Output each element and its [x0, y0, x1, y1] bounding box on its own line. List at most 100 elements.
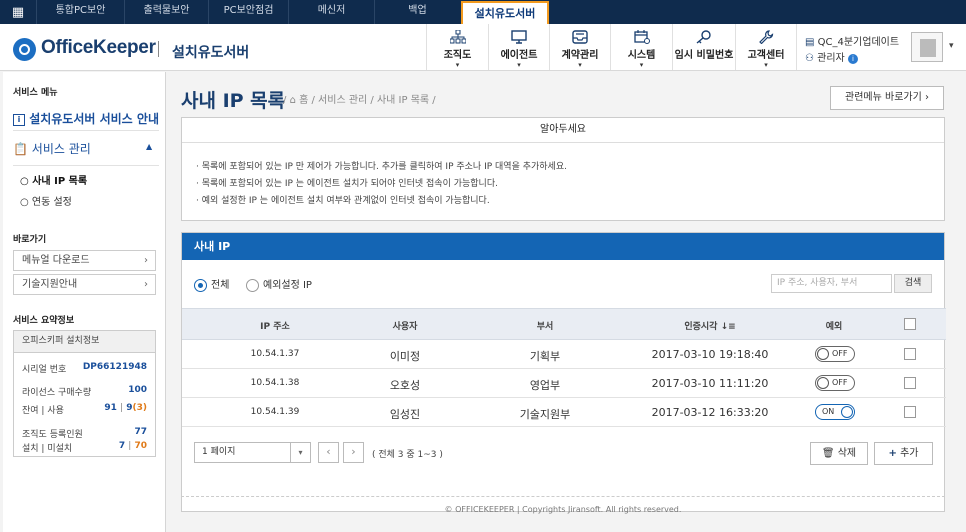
notice-box: 알아두세요 · 목록에 포함되어 있는 IP 만 제어가 가능합니다. 추가를 … [181, 117, 945, 221]
breadcrumb-home[interactable]: 홈 [299, 95, 308, 106]
officekeeper-logo-icon[interactable] [13, 38, 36, 61]
link-label: 기술지원안내 [22, 279, 78, 290]
chevron-down-icon: ▾ [290, 443, 310, 462]
col-dept: 부서 [536, 322, 554, 332]
related-menu-button[interactable]: 관련메뉴 바로가기 › [830, 86, 944, 110]
breadcrumb-service-management[interactable]: 서비스 관리 [318, 95, 367, 106]
main-content: 사내 IP 목록 / ⌂ 홈 / 서비스 관리 / 사내 IP 목록 / 관련메… [166, 72, 966, 532]
serial-label: 시리얼 번호 [22, 365, 67, 375]
page-select-value: 1 페이지 [202, 447, 236, 457]
inbox-icon [571, 30, 589, 44]
table-row: 10.54.1.39 임성진 기술지원부 2017-03-12 16:33:20… [182, 398, 946, 427]
prev-page-button[interactable]: ‹ [318, 442, 339, 463]
row-checkbox[interactable] [904, 377, 916, 389]
search-input[interactable]: IP 주소, 사용자, 부서 [771, 274, 892, 293]
exception-toggle[interactable]: OFF [815, 346, 855, 362]
calendar-gear-icon [633, 30, 651, 44]
not-installed-value: 70 [134, 441, 147, 451]
chevron-down-icon[interactable]: ▾ [949, 41, 954, 51]
radio-label: 전체 [211, 280, 230, 291]
license-label: 라이선스 구매수량 [22, 388, 92, 398]
table-header: IP 주소 사용자 부서 인증시각 ↓≡ 예외 [182, 308, 946, 340]
exception-toggle[interactable]: ON [815, 404, 855, 420]
sidebar-item-service-guide[interactable]: i 설치유도서버 서비스 안내 [13, 110, 159, 127]
user-icon: ⚇ [805, 53, 814, 64]
chevron-down-icon: ▾ [639, 61, 644, 69]
trash-icon: 🗑 [821, 448, 835, 459]
installed-value: 7 [118, 441, 126, 451]
page-select[interactable]: 1 페이지 ▾ [194, 442, 311, 463]
company-line[interactable]: ▤ QC_4분기업데이트 [805, 33, 899, 48]
cell-auth-time: 2017-03-12 16:33:20 [651, 406, 769, 419]
tab-backup[interactable]: 백업 [374, 0, 460, 24]
service-guide-label: 설치유도서버 서비스 안내 [29, 112, 159, 126]
cell-ip: 10.54.1.37 [250, 349, 300, 359]
install-row: 설치 | 미설치 7 | 70 [22, 441, 147, 454]
sidebar-item-internal-ip-list[interactable]: ○ 사내 IP 목록 [20, 172, 87, 187]
info-icon[interactable]: i [847, 54, 858, 64]
panel-title: 사내 IP [182, 233, 944, 260]
install-label: 설치 | 미설치 [22, 444, 73, 454]
cell-dept: 기술지원부 [519, 408, 571, 421]
nav-org-chart[interactable]: 조직도 ▾ [426, 24, 488, 70]
nav-label: 시스템 [627, 50, 656, 61]
install-info-box: 오피스키퍼 설치정보 시리얼 번호 DP66121948 라이선스 구매수량 1… [13, 330, 156, 457]
toggle-knob [817, 348, 829, 360]
tab-integrated-pc-security[interactable]: 통합PC보안 [36, 0, 124, 24]
company-avatar[interactable] [911, 32, 943, 62]
chevron-right-icon: › [144, 279, 148, 290]
nav-contract[interactable]: 계약관리 ▾ [549, 24, 610, 70]
nav-customer-center[interactable]: 고객센터 ▾ [735, 24, 796, 70]
add-label: 추가 [900, 448, 919, 459]
delete-button[interactable]: 🗑 삭제 [810, 442, 868, 465]
row-checkbox[interactable] [904, 406, 916, 418]
company-name: QC_4분기업데이트 [817, 37, 900, 48]
chevron-down-icon: ▾ [578, 61, 582, 69]
delete-label: 삭제 [837, 448, 857, 459]
table-row: 10.54.1.38 오호성 영업부 2017-03-10 11:11:20 O… [182, 369, 946, 398]
remain-value: 91 [104, 403, 117, 413]
chevron-up-icon[interactable]: ▲ [146, 142, 152, 151]
sidebar-item-service-management[interactable]: 📋 서비스 관리 [13, 140, 91, 157]
chevron-right-icon: › [144, 255, 148, 266]
next-page-button[interactable]: › [343, 442, 364, 463]
select-all-checkbox[interactable] [904, 318, 916, 330]
role-line[interactable]: ⚇ 관리자 i [805, 49, 858, 64]
col-auth-time[interactable]: 인증시각 ↓≡ [660, 319, 760, 332]
search-button[interactable]: 검색 [894, 274, 932, 293]
tab-messenger[interactable]: 메신저 [288, 0, 374, 24]
clipboard-icon: 📋 [13, 142, 28, 156]
exception-toggle[interactable]: OFF [815, 375, 855, 391]
nav-temp-password[interactable]: 임시 비밀번호 [672, 24, 735, 70]
filter-all-radio[interactable]: 전체 [194, 276, 229, 292]
notice-item: · 목록에 포함되어 있는 IP 만 제어가 가능합니다. 추가를 클릭하여 I… [196, 162, 567, 172]
org-value: 77 [134, 427, 147, 437]
sidebar-item-integration-settings[interactable]: ○ 연동 설정 [20, 193, 72, 208]
monitor-icon [510, 30, 528, 44]
divider [13, 130, 159, 131]
notice-title: 알아두세요 [182, 118, 944, 143]
cell-user: 이미정 [389, 350, 421, 363]
cell-ip: 10.54.1.39 [250, 407, 300, 417]
tab-print-security[interactable]: 출력물보안 [124, 0, 208, 24]
chevron-down-icon: ▾ [764, 61, 768, 69]
filter-exception-radio[interactable]: 예외설정 IP [246, 276, 312, 292]
nav-label: 계약관리 [561, 50, 599, 61]
notice-item: · 예외 설정한 IP 는 에이전트 설치 여부와 관계없이 인터넷 접속이 가… [196, 196, 490, 206]
nav-system[interactable]: 시스템 ▾ [610, 24, 672, 70]
row-checkbox[interactable] [904, 348, 916, 360]
org-label: 조직도 등록인원 [22, 430, 83, 440]
service-management-label: 서비스 관리 [31, 142, 91, 156]
plus-icon: + [888, 448, 897, 459]
manual-download-link[interactable]: 메뉴얼 다운로드 › [13, 250, 156, 271]
home-icon[interactable]: ⌂ [290, 95, 296, 106]
apps-grid-icon[interactable]: ▦ [0, 0, 36, 24]
tab-install-guide-server[interactable]: 설치유도서버 [461, 1, 549, 24]
logo-text[interactable]: OfficeKeeper [41, 37, 156, 59]
add-button[interactable]: + 추가 [874, 442, 933, 465]
org-chart-icon [449, 29, 467, 44]
tech-support-link[interactable]: 기술지원안내 › [13, 274, 156, 295]
user-role: 관리자 [817, 53, 845, 64]
nav-agent[interactable]: 에이전트 ▾ [488, 24, 549, 70]
tab-pc-security-check[interactable]: PC보안점검 [208, 0, 288, 24]
